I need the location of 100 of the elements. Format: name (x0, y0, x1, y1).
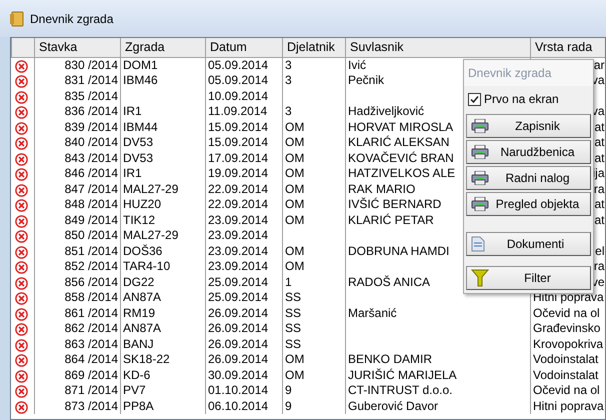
table-cell: OM (285, 197, 304, 212)
table-cell: DOM1 (123, 58, 158, 72)
table-cell: 852 /2014 (64, 259, 118, 274)
table-cell: OM (285, 244, 304, 258)
table-cell: TAR4-10 (123, 259, 170, 274)
table-cell: 869 /2014 (64, 368, 118, 382)
printer-icon (471, 119, 489, 133)
table-cell: Krovopokriva (533, 336, 604, 351)
column-header[interactable]: Suvlasnik (346, 38, 530, 58)
table-cell: ar (594, 58, 604, 72)
table-cell: 23.09.2014 (208, 244, 268, 258)
table-cell: 863 /2014 (64, 336, 118, 351)
table-cell: MAL27-29 (123, 228, 178, 242)
table-cell: HUZ20 (123, 197, 162, 212)
column-header[interactable]: Zgrada (120, 38, 206, 58)
table-cell: DOBRUNA HAMDI (348, 244, 450, 258)
table-cell: 847 /2014 (64, 182, 118, 196)
popup-button[interactable]: Zapisnik (466, 114, 591, 138)
cancel-icon (14, 246, 28, 258)
table-cell: HORVAT MIROSLA (348, 120, 454, 134)
table-cell: RADOŠ ANICA (348, 274, 430, 289)
cancel-icon (14, 214, 28, 228)
table-cell: OM (285, 182, 304, 196)
table-cell: Hitni poprava (533, 398, 604, 413)
table-cell: BENKO DAMIR (348, 352, 432, 366)
table-cell: Guberović Davor (348, 398, 438, 413)
table-cell: 26.09.2014 (208, 321, 268, 336)
table-cell: 3 (285, 104, 292, 118)
table-cell: 19.09.2014 (208, 166, 268, 180)
table-cell: 3 (285, 73, 292, 88)
table-cell: 849 /2014 (64, 212, 118, 227)
table-cell: DV53 (123, 150, 154, 165)
table-cell: Očevid na ol (533, 383, 600, 398)
cancel-icon (14, 60, 28, 72)
cancel-icon (14, 308, 28, 320)
table-cell: 9 (285, 398, 292, 413)
document-icon (471, 236, 485, 252)
window-title: Dnevnik zgrada (30, 10, 114, 28)
popup-button[interactable]: Dokumenti (466, 232, 591, 256)
popup-button[interactable]: Narudžbenica (466, 140, 591, 164)
table-cell: AN87A (123, 321, 162, 336)
table-cell: 23.09.2014 (208, 228, 268, 242)
checkbox[interactable] (468, 92, 481, 106)
table-cell: 831 /2014 (64, 73, 118, 88)
cancel-icon (14, 276, 28, 290)
table-cell: Pečnik (348, 73, 384, 88)
table-cell: 01.10.2014 (208, 383, 268, 398)
table-cell: 843 /2014 (64, 150, 118, 165)
table-cell: 858 /2014 (64, 290, 118, 304)
table-cell: BANJ (123, 336, 154, 351)
cancel-icon (14, 338, 28, 352)
table-cell: 15.09.2014 (208, 135, 268, 150)
table-cell: DG22 (123, 274, 154, 289)
table-cell: 9 (285, 383, 292, 398)
table-cell: PV7 (123, 383, 146, 398)
table-cell: 15.09.2014 (208, 120, 268, 134)
popup-button[interactable]: Pregled objekta (466, 192, 591, 216)
table-cell: 26.09.2014 (208, 336, 268, 351)
table-cell: at (594, 150, 604, 165)
column-header[interactable]: Datum (206, 38, 282, 58)
table-cell: 3 (285, 58, 292, 72)
table-cell: Hadživeljković (348, 104, 424, 118)
table-cell: OM (285, 368, 304, 382)
table-cell: CT-INTRUST d.o.o. (348, 383, 452, 398)
table-cell: 17.09.2014 (208, 150, 268, 165)
table-cell: IR1 (123, 104, 142, 118)
table-cell: 871 /2014 (64, 383, 118, 398)
table-cell: SS (285, 336, 302, 351)
table-cell: OM (285, 120, 304, 134)
cancel-icon (14, 400, 28, 414)
popup-button[interactable]: Radni nalog (466, 166, 591, 190)
cancel-icon (14, 385, 28, 398)
table-cell: Vodoinstalat (533, 368, 598, 382)
table-cell: 850 /2014 (64, 228, 118, 242)
table-cell: JURIŠIĆ MARIJELA (348, 368, 457, 382)
table-cell: AN87A (123, 290, 162, 304)
popup-button[interactable]: Filter (466, 266, 591, 290)
column-header[interactable]: Stavka (34, 38, 120, 58)
table-cell: 11.09.2014 (208, 104, 268, 118)
cancel-icon (14, 106, 28, 119)
cancel-icon (14, 137, 28, 150)
table-cell: at (594, 120, 604, 134)
table-cell: 861 /2014 (64, 306, 118, 320)
printer-icon (471, 145, 489, 159)
cancel-icon (14, 152, 28, 166)
table-cell: 23.09.2014 (208, 212, 268, 227)
table-cell: IBM46 (123, 73, 158, 88)
table-cell: 06.10.2014 (208, 398, 268, 413)
column-header[interactable]: Vrsta rada (530, 38, 605, 58)
table-cell: OM (285, 135, 304, 150)
cancel-icon (14, 168, 28, 181)
table-cell: DV53 (123, 135, 154, 150)
table-cell: 840 /2014 (64, 135, 118, 150)
column-header[interactable]: Djelatnik (282, 38, 346, 58)
table-cell: OM (285, 212, 304, 227)
cancel-icon (14, 199, 28, 212)
printer-icon (471, 197, 489, 211)
table-cell: IVŠIĆ BERNARD (348, 197, 442, 212)
cancel-icon (14, 75, 28, 88)
table-cell: 1 (285, 274, 292, 289)
